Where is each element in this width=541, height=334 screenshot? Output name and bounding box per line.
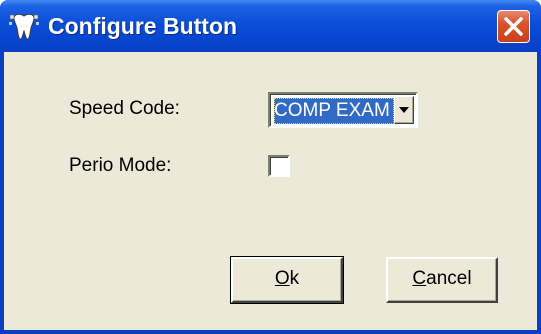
speed-code-selected-value: COMP EXAM <box>274 98 394 124</box>
ok-button[interactable]: Ok <box>230 256 344 304</box>
window-title: Configure Button <box>48 13 238 39</box>
title-bar[interactable]: Configure Button <box>0 0 541 52</box>
ok-mnemonic: O <box>274 268 290 289</box>
dropdown-arrow-button[interactable] <box>394 96 414 124</box>
chevron-down-icon <box>399 107 409 113</box>
perio-mode-checkbox[interactable] <box>268 155 290 177</box>
speed-code-label: Speed Code: <box>69 98 180 119</box>
dialog-window: Configure Button Speed Code: COMP EXAM P… <box>0 0 541 334</box>
cancel-button[interactable]: Cancel <box>386 257 498 303</box>
dialog-body: Speed Code: COMP EXAM Perio Mode: Ok Can… <box>4 52 537 330</box>
cancel-mnemonic: C <box>412 268 427 289</box>
cancel-label-rest: ancel <box>426 268 472 289</box>
close-button[interactable] <box>497 10 530 43</box>
speed-code-dropdown[interactable]: COMP EXAM <box>268 92 418 128</box>
ok-label-rest: k <box>289 268 300 289</box>
perio-mode-label: Perio Mode: <box>69 155 172 176</box>
tooth-icon <box>8 12 40 42</box>
close-icon <box>504 17 523 36</box>
